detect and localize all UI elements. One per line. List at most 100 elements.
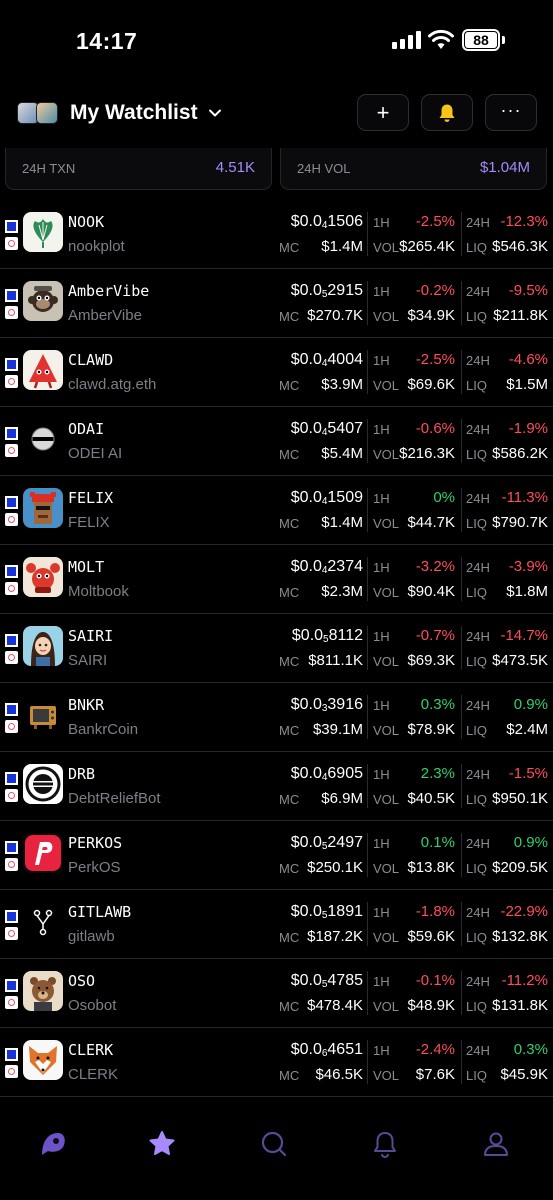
select-checkbox[interactable] xyxy=(5,496,18,509)
vol-label: VOL xyxy=(373,723,400,738)
select-checkbox[interactable] xyxy=(5,220,18,233)
market-cap: $478.4K xyxy=(307,997,363,1014)
alerts-button[interactable] xyxy=(421,94,473,131)
token-row[interactable]: SAIRI SAIRI $0.058112 MC $811.1K 1H -0.7… xyxy=(0,614,553,683)
market-cap: $1.4M xyxy=(321,238,363,255)
status-time: 14:17 xyxy=(76,28,138,54)
token-row[interactable]: MOLT Moltbook $0.042374 MC $2.3M 1H -3.2… xyxy=(0,545,553,614)
mc-label: MC xyxy=(279,1068,300,1083)
change-1h: 0.3% xyxy=(420,696,455,713)
volume: $13.8K xyxy=(407,859,455,876)
token-name: DebtReliefBot xyxy=(68,790,161,807)
liq-label: LIQ xyxy=(466,447,487,462)
select-checkbox[interactable] xyxy=(5,979,18,992)
wifi-icon xyxy=(428,29,454,49)
select-checkbox[interactable] xyxy=(5,703,18,716)
nav-watchlist[interactable] xyxy=(145,1127,179,1161)
token-row[interactable]: PERKOS PerkOS $0.052497 MC $250.1K 1H 0.… xyxy=(0,821,553,890)
chain-icon xyxy=(5,1065,18,1078)
token-price: $0.054785 xyxy=(291,972,363,990)
price-digits: 4004 xyxy=(327,351,363,368)
token-name: clawd.atg.eth xyxy=(68,376,157,393)
token-name: SAIRI xyxy=(68,652,108,669)
change-24h: -11.2% xyxy=(501,972,548,989)
nav-profile[interactable] xyxy=(479,1127,513,1161)
token-symbol: NOOK xyxy=(68,213,105,231)
select-checkbox[interactable] xyxy=(5,427,18,440)
token-row[interactable]: NOOK nookplot $0.041506 MC $1.4M 1H -2.5… xyxy=(0,200,553,269)
mc-label: MC xyxy=(279,792,300,807)
volume: $78.9K xyxy=(407,721,455,738)
price-prefix: $0.0 xyxy=(290,351,322,368)
git-branch-icon xyxy=(23,902,63,942)
chevron-down-icon[interactable] xyxy=(206,104,224,122)
liquidity: $473.5K xyxy=(492,652,548,669)
token-name: BankrCoin xyxy=(68,721,139,738)
token-row[interactable]: OSO Osobot $0.054785 MC $478.4K 1H -0.1%… xyxy=(0,959,553,1028)
token-row[interactable]: ODAI ODEI AI $0.045407 MC $5.4M 1H -0.6%… xyxy=(0,407,553,476)
token-name: FELIX xyxy=(68,514,110,531)
24h-label: 24H xyxy=(466,284,490,299)
select-checkbox[interactable] xyxy=(5,565,18,578)
profile-icon xyxy=(484,1132,508,1156)
divider xyxy=(461,626,462,670)
tv-icon xyxy=(23,695,63,735)
token-row[interactable]: GITLAWB gitlawb $0.051891 MC $187.2K 1H … xyxy=(0,890,553,959)
select-checkbox[interactable] xyxy=(5,910,18,923)
token-row[interactable]: CLERK CLERK $0.064651 MC $46.5K 1H -2.4%… xyxy=(0,1028,553,1097)
token-row[interactable]: BNKR BankrCoin $0.033916 MC $39.1M 1H 0.… xyxy=(0,683,553,752)
token-price: $0.041506 xyxy=(291,213,363,231)
cellular-signal-icon xyxy=(392,31,422,49)
vol-label: VOL xyxy=(373,654,400,669)
price-digits: 1891 xyxy=(327,903,363,920)
select-checkbox[interactable] xyxy=(5,841,18,854)
token-symbol: OSO xyxy=(68,972,96,990)
24h-label: 24H xyxy=(466,629,490,644)
price-prefix: $0.0 xyxy=(290,696,322,713)
mc-label: MC xyxy=(279,309,300,324)
24h-label: 24H xyxy=(466,836,490,851)
change-1h: 0% xyxy=(433,489,455,506)
token-symbol: CLAWD xyxy=(68,351,114,369)
price-prefix: $0.0 xyxy=(290,558,322,575)
token-name: Moltbook xyxy=(68,583,129,600)
nav-search[interactable] xyxy=(257,1127,291,1161)
market-cap: $5.4M xyxy=(321,445,363,462)
token-symbol: AmberVibe xyxy=(68,282,150,300)
nav-home[interactable] xyxy=(36,1127,70,1161)
select-checkbox[interactable] xyxy=(5,772,18,785)
market-cap: $187.2K xyxy=(307,928,363,945)
price-digits: 1506 xyxy=(327,213,363,230)
watchlist-avatars[interactable] xyxy=(17,102,59,124)
nav-alerts[interactable] xyxy=(368,1127,402,1161)
add-button[interactable]: + xyxy=(357,94,409,131)
change-1h: -0.7% xyxy=(415,627,455,644)
1h-label: 1H xyxy=(373,560,390,575)
market-cap: $1.4M xyxy=(321,514,363,531)
token-name: ODEI AI xyxy=(68,445,123,462)
more-button[interactable]: ··· xyxy=(485,94,537,131)
watchlist-title[interactable]: My Watchlist xyxy=(70,101,198,125)
chain-icon xyxy=(5,513,18,526)
select-checkbox[interactable] xyxy=(5,289,18,302)
liq-label: LIQ xyxy=(466,378,487,393)
divider xyxy=(461,350,462,394)
select-checkbox[interactable] xyxy=(5,634,18,647)
change-1h: -2.5% xyxy=(415,351,455,368)
token-symbol: SAIRI xyxy=(68,627,114,645)
token-name: gitlawb xyxy=(68,928,115,945)
mc-label: MC xyxy=(279,240,300,255)
token-symbol: FELIX xyxy=(68,489,114,507)
token-row[interactable]: AmberVibe AmberVibe $0.052915 MC $270.7K… xyxy=(0,269,553,338)
price-digits: 3916 xyxy=(327,696,363,713)
token-row[interactable]: DRB DebtReliefBot $0.046905 MC $6.9M 1H … xyxy=(0,752,553,821)
token-row[interactable]: FELIX FELIX $0.041509 MC $1.4M 1H 0% VOL… xyxy=(0,476,553,545)
mc-label: MC xyxy=(279,861,300,876)
select-checkbox[interactable] xyxy=(5,1048,18,1061)
change-24h: 0.9% xyxy=(513,696,548,713)
liq-label: LIQ xyxy=(466,240,487,255)
select-checkbox[interactable] xyxy=(5,358,18,371)
market-cap: $811.1K xyxy=(308,652,363,669)
1h-label: 1H xyxy=(373,629,390,644)
token-row[interactable]: CLAWD clawd.atg.eth $0.044004 MC $3.9M 1… xyxy=(0,338,553,407)
